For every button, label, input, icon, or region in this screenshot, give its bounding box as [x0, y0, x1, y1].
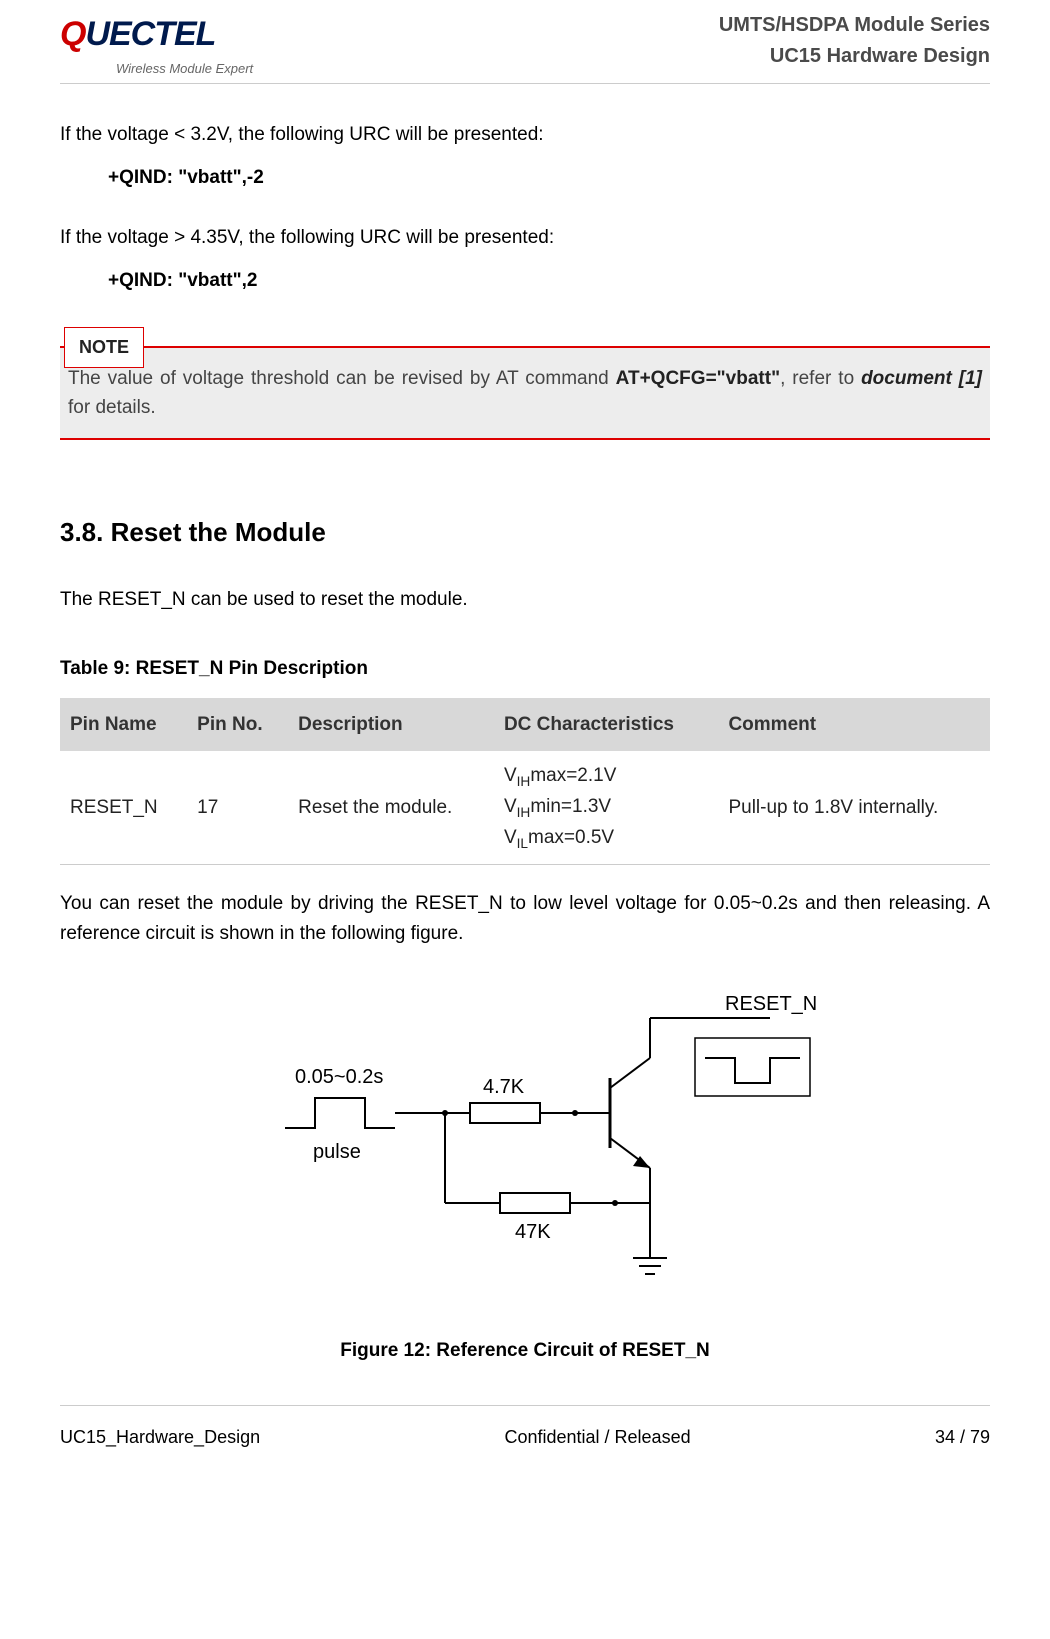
fig-pulse-label: pulse — [313, 1141, 361, 1163]
para-low-voltage: If the voltage < 3.2V, the following URC… — [60, 120, 990, 149]
table-caption: Table 9: RESET_N Pin Description — [60, 654, 990, 683]
cell-pin-name: RESET_N — [60, 751, 187, 865]
logo-rest: UECTEL — [85, 15, 215, 53]
th-description: Description — [288, 698, 494, 751]
cell-dc: VIHmax=2.1V VIHmin=1.3V VILmax=0.5V — [494, 751, 719, 865]
th-comment: Comment — [718, 698, 990, 751]
header-line1: UMTS/HSDPA Module Series — [719, 10, 990, 41]
page-footer: UC15_Hardware_Design Confidential / Rele… — [60, 1405, 990, 1472]
th-pin-no: Pin No. — [187, 698, 288, 751]
note-cmd: AT+QCFG="vbatt" — [616, 368, 780, 389]
circuit-svg: 0.05~0.2s pulse 4.7K 47K — [215, 988, 835, 1308]
fig-r2: 47K — [515, 1221, 551, 1243]
note-text-post: for details. — [68, 397, 156, 418]
logo: QUECTEL Wireless Module Expert — [60, 8, 253, 79]
figure-reset-circuit: 0.05~0.2s pulse 4.7K 47K — [60, 988, 990, 1308]
logo-q: Q — [60, 15, 85, 53]
after-table-para: You can reset the module by driving the … — [60, 889, 990, 948]
note-label: NOTE — [64, 327, 144, 369]
logo-tagline: Wireless Module Expert — [116, 59, 253, 79]
cell-comment: Pull-up to 1.8V internally. — [718, 751, 990, 865]
footer-right: 34 / 79 — [935, 1424, 990, 1452]
figure-caption: Figure 12: Reference Circuit of RESET_N — [60, 1336, 990, 1365]
footer-center: Confidential / Released — [504, 1424, 690, 1452]
fig-r1: 4.7K — [483, 1076, 525, 1098]
footer-left: UC15_Hardware_Design — [60, 1424, 260, 1452]
header-titles: UMTS/HSDPA Module Series UC15 Hardware D… — [719, 10, 990, 72]
th-dc: DC Characteristics — [494, 698, 719, 751]
section-heading: 3.8. Reset the Module — [60, 512, 990, 552]
note-text-mid: , refer to — [780, 368, 861, 389]
para-high-voltage: If the voltage > 4.35V, the following UR… — [60, 223, 990, 252]
fig-signal: RESET_N — [725, 993, 817, 1015]
table-row: RESET_N 17 Reset the module. VIHmax=2.1V… — [60, 751, 990, 865]
section-intro: The RESET_N can be used to reset the mod… — [60, 585, 990, 614]
cell-desc: Reset the module. — [288, 751, 494, 865]
note-body: The value of voltage threshold can be re… — [60, 346, 990, 441]
page-header: QUECTEL Wireless Module Expert UMTS/HSDP… — [60, 0, 990, 84]
th-pin-name: Pin Name — [60, 698, 187, 751]
header-line2: UC15 Hardware Design — [719, 41, 990, 72]
cell-pin-no: 17 — [187, 751, 288, 865]
urc-low: +QIND: "vbatt",-2 — [60, 163, 990, 192]
urc-high: +QIND: "vbatt",2 — [60, 266, 990, 295]
note-doc: document [1] — [861, 368, 982, 389]
fig-pulse-time: 0.05~0.2s — [295, 1066, 383, 1088]
note-block: NOTE The value of voltage threshold can … — [60, 346, 990, 441]
note-text-pre: The value of voltage threshold can be re… — [68, 368, 616, 389]
pin-table: Pin Name Pin No. Description DC Characte… — [60, 698, 990, 865]
